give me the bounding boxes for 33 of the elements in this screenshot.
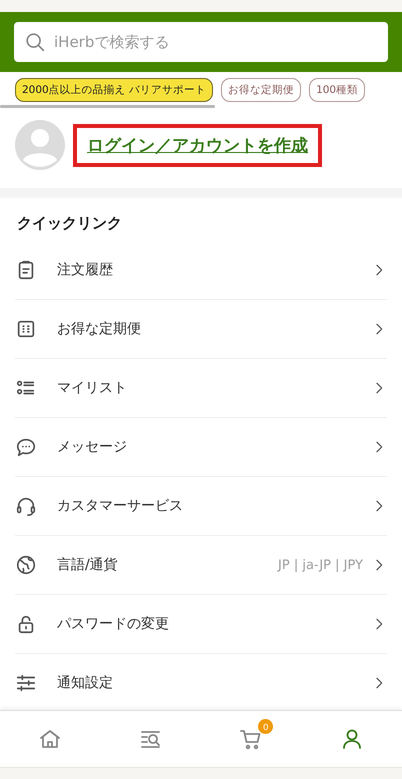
menu-label: お得な定期便 bbox=[57, 320, 142, 338]
grid-icon bbox=[15, 318, 37, 340]
menu-item[interactable]: カスタマーサービス bbox=[15, 477, 387, 536]
menu-item[interactable]: メッセージ bbox=[15, 418, 387, 477]
filter-chip[interactable]: 100種類 bbox=[309, 78, 366, 102]
chat-icon bbox=[15, 436, 37, 458]
menu-item[interactable]: 言語/通貨 JP | ja-JP | JPY bbox=[15, 536, 387, 595]
search-field[interactable]: iHerbで検索する bbox=[14, 22, 388, 62]
sliders-icon bbox=[15, 672, 37, 694]
search-input[interactable]: iHerbで検索する bbox=[54, 33, 378, 51]
menu-label: マイリスト bbox=[57, 379, 128, 397]
menu-label: 通知設定 bbox=[57, 674, 114, 692]
cart-icon bbox=[239, 727, 264, 751]
setting-value: JP | ja-JP | JPY bbox=[278, 558, 363, 572]
filter-chip[interactable]: 2000点以上の品揃え バリアサポート bbox=[15, 78, 214, 102]
menu-item[interactable]: パスワードの変更 bbox=[15, 595, 387, 654]
menu-label: メッセージ bbox=[57, 438, 128, 456]
menu-label: 注文履歴 bbox=[57, 261, 114, 279]
menu-label: パスワードの変更 bbox=[57, 615, 170, 633]
menu-item[interactable]: マイリスト bbox=[15, 359, 387, 418]
login-link[interactable]: ログイン／アカウントを作成 bbox=[73, 124, 322, 166]
menu-item[interactable]: お得な定期便 bbox=[15, 300, 387, 359]
section-title: クイックリンク bbox=[16, 213, 123, 234]
cart-count-badge: 0 bbox=[258, 719, 274, 734]
headset-icon bbox=[15, 495, 37, 517]
search-icon bbox=[24, 31, 46, 53]
home-icon bbox=[38, 727, 62, 751]
menu-label: カスタマーサービス bbox=[57, 497, 184, 515]
filter-chip[interactable]: お得な定期便 bbox=[221, 78, 302, 102]
avatar-icon bbox=[15, 120, 65, 170]
menu-label: 言語/通貨 bbox=[57, 556, 119, 574]
menu-item[interactable]: 注文履歴 bbox=[15, 241, 387, 300]
globe-icon bbox=[15, 554, 37, 576]
